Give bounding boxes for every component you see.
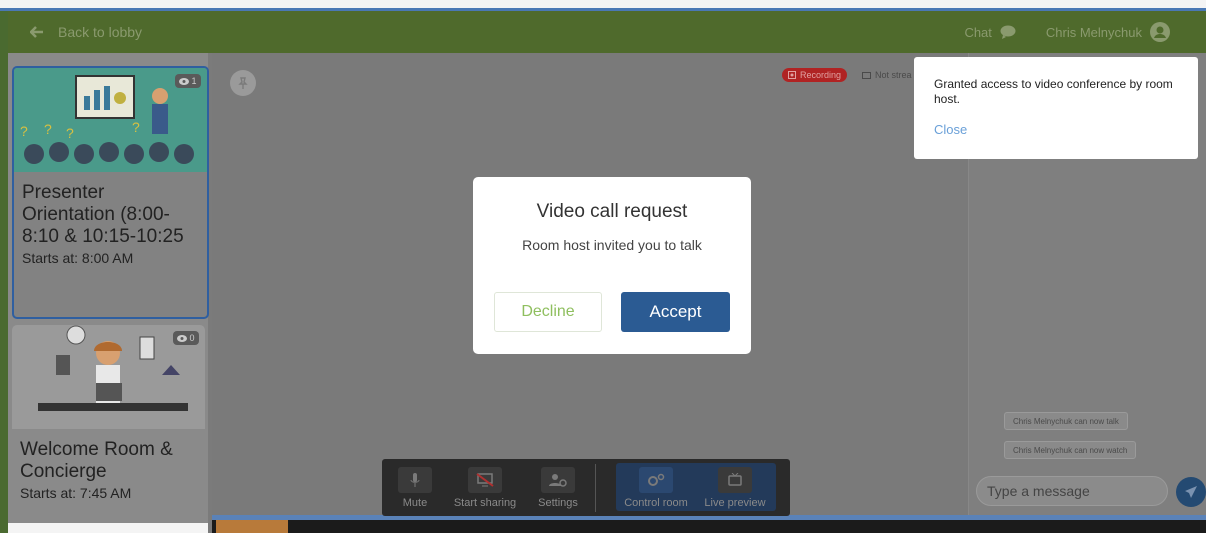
- accept-button[interactable]: Accept: [621, 292, 730, 332]
- svg-text:?: ?: [20, 123, 28, 139]
- call-toolbar: Mute Start sharing Settings Control room…: [382, 459, 790, 516]
- chat-bubble-icon: [1000, 25, 1016, 39]
- mute-label: Mute: [402, 496, 428, 509]
- send-button[interactable]: [1176, 477, 1206, 507]
- room-start-time: Starts at: 8:00 AM: [22, 250, 134, 266]
- arrow-left-icon: [30, 26, 43, 38]
- left-strip: [0, 11, 8, 533]
- mute-button[interactable]: Mute: [396, 459, 434, 516]
- toast-close-link[interactable]: Close: [934, 122, 967, 137]
- settings-label: Settings: [538, 496, 578, 509]
- room-title: Welcome Room & Concierge: [20, 439, 173, 482]
- viewer-count-badge: 0: [173, 331, 199, 345]
- decline-button[interactable]: Decline: [494, 292, 602, 332]
- eye-icon: [177, 334, 188, 342]
- start-sharing-button[interactable]: Start sharing: [448, 459, 522, 516]
- back-to-lobby-link[interactable]: Back to lobby: [30, 11, 142, 53]
- user-name: Chris Melnychuk: [1045, 24, 1142, 40]
- streaming-label: Not strea: [875, 70, 912, 80]
- system-message: Chris Melnychuk can now talk: [1004, 412, 1128, 430]
- user-settings-icon: [549, 473, 567, 487]
- chat-toggle[interactable]: Chat: [964, 24, 1016, 40]
- room-card[interactable]: 0 Welcome Room & Concierge Starts at: 7:…: [12, 325, 205, 525]
- tv-icon: [862, 72, 871, 79]
- pin-icon: [238, 77, 248, 89]
- dialog-title: Video call request: [536, 201, 688, 222]
- viewer-count: 1: [191, 76, 197, 86]
- recording-icon: [788, 71, 796, 79]
- svg-text:?: ?: [66, 125, 74, 141]
- tv-icon: [728, 472, 742, 486]
- start-sharing-label: Start sharing: [453, 496, 517, 509]
- live-preview-button[interactable]: Live preview: [700, 459, 770, 516]
- concierge-illustration: 0: [12, 325, 205, 429]
- live-preview-label: Live preview: [704, 496, 766, 509]
- control-room-button[interactable]: Control room: [618, 459, 694, 516]
- room-card[interactable]: ???? 1 Presenter Orientation (8:00-8:10 …: [12, 66, 209, 319]
- control-room-label: Control room: [624, 496, 688, 509]
- screen-share-off-icon: [476, 472, 494, 487]
- toast-message: Granted access to video conference by ro…: [934, 77, 1173, 106]
- notification-toast: Granted access to video conference by ro…: [914, 57, 1198, 159]
- bottom-bar: [212, 520, 1206, 533]
- room-sidebar: ???? 1 Presenter Orientation (8:00-8:10 …: [8, 53, 209, 533]
- video-call-request-dialog: Video call request Room host invited you…: [473, 177, 751, 354]
- gears-icon: [648, 473, 665, 486]
- message-input[interactable]: [976, 476, 1168, 506]
- room-title: Presenter Orientation (8:00-8:10 & 10:15…: [22, 182, 184, 247]
- settings-button[interactable]: Settings: [534, 459, 582, 516]
- viewer-count-badge: 1: [175, 74, 201, 88]
- svg-text:?: ?: [44, 121, 52, 137]
- paper-plane-icon: [1185, 486, 1197, 498]
- pin-button[interactable]: [230, 70, 256, 96]
- room-start-time: Starts at: 7:45 AM: [20, 485, 132, 501]
- streaming-status: Not strea: [862, 68, 912, 82]
- svg-text:?: ?: [132, 119, 140, 135]
- user-menu[interactable]: Chris Melnychuk: [1046, 22, 1170, 42]
- bottom-bar-segment: [216, 520, 288, 533]
- eye-icon: [179, 77, 190, 85]
- system-message: Chris Melnychuk can now watch: [1004, 441, 1137, 459]
- back-label: Back to lobby: [58, 24, 143, 40]
- recording-label: Recording: [800, 70, 842, 80]
- presenter-illustration: ???? 1: [14, 68, 207, 172]
- microphone-icon: [410, 472, 420, 487]
- avatar-icon: [1150, 22, 1170, 42]
- chat-label: Chat: [964, 24, 992, 40]
- recording-badge: Recording: [782, 68, 848, 82]
- viewer-count: 0: [189, 333, 195, 343]
- top-edge: [0, 0, 1206, 11]
- dialog-message: Room host invited you to talk: [522, 237, 702, 253]
- top-header: Back to lobby Chat Chris Melnychuk: [8, 11, 1206, 53]
